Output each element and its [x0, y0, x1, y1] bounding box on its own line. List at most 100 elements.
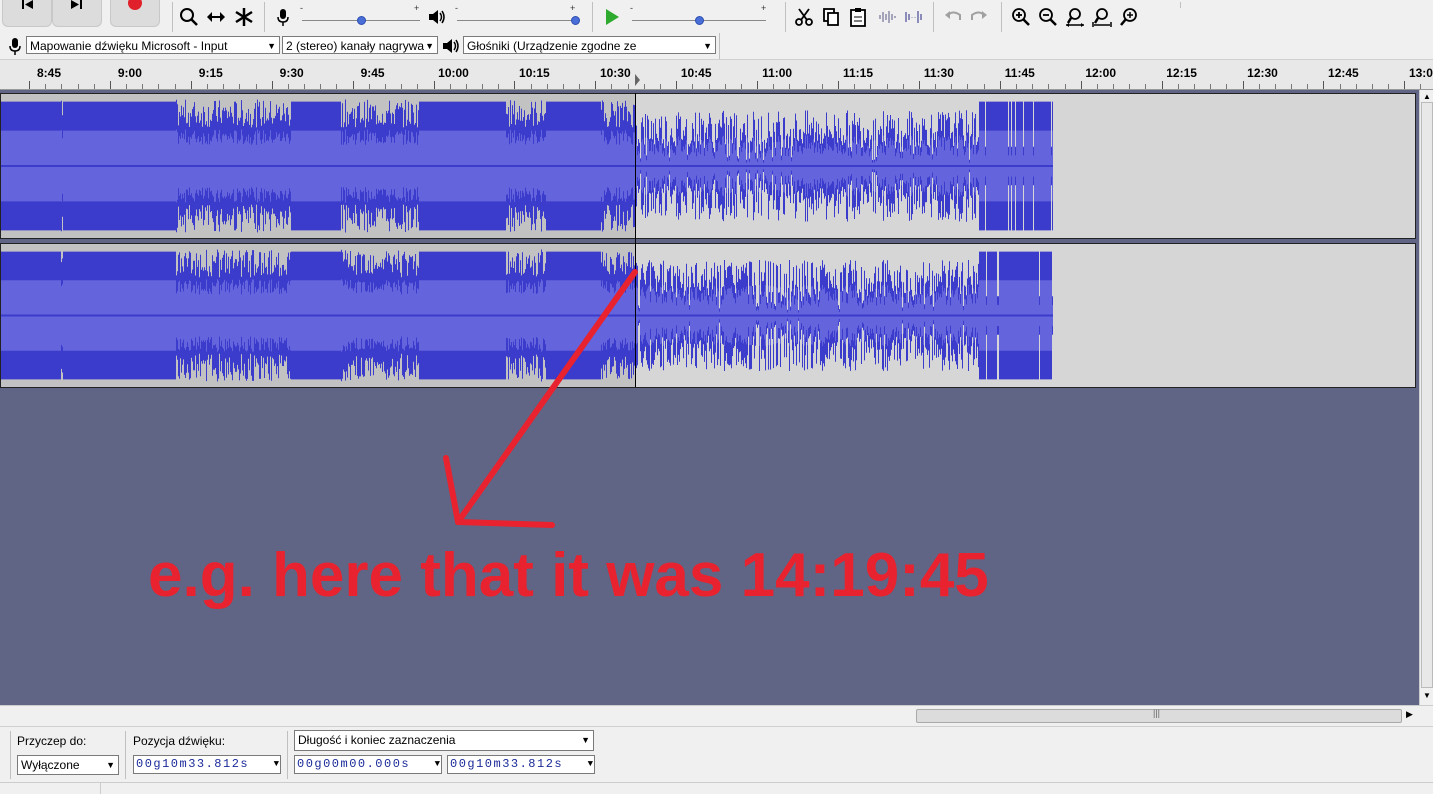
timeline-minor-tick — [724, 84, 726, 89]
timeline-minor-tick — [287, 84, 289, 89]
timeline-tick-label: 12:00 — [1085, 66, 1117, 80]
multi-tool-icon[interactable] — [232, 5, 256, 29]
timeline-minor-tick — [304, 84, 306, 89]
annotation-text: e.g. here that it was 14:19:45 — [148, 541, 989, 610]
timeline-minor-tick — [77, 84, 79, 89]
chevron-down-icon: ▼ — [106, 760, 115, 770]
timeline-minor-tick — [546, 84, 548, 89]
horizontal-scroll-thumb[interactable]: ||| — [916, 708, 1402, 723]
skip-to-end-button[interactable] — [52, 0, 102, 27]
playback-volume-knob[interactable] — [571, 16, 580, 25]
channels-select[interactable]: 2 (stereo) kanały nagrywa ▼ — [282, 36, 438, 54]
timeline-minor-tick — [579, 84, 581, 89]
redo-icon[interactable] — [967, 5, 991, 29]
play-speed-knob[interactable] — [695, 16, 704, 25]
timeline-tick — [999, 81, 1001, 89]
record-button[interactable] — [110, 0, 160, 27]
timeline-minor-tick — [611, 84, 613, 89]
timeline-minor-tick — [174, 84, 176, 89]
selection-length-field[interactable]: 00g00m00.000s ▼ — [294, 755, 442, 774]
cut-icon[interactable] — [792, 5, 816, 29]
selection-mode-select[interactable]: Długość i koniec zaznaczenia ▼ — [294, 730, 594, 751]
microphone-icon — [271, 5, 295, 29]
vertical-scrollbar[interactable]: ▲ ▼ — [1419, 90, 1433, 705]
snap-to-select[interactable]: Wyłączone ▼ — [17, 755, 119, 775]
recording-volume-max: + — [414, 3, 420, 13]
play-position-marker[interactable] — [635, 74, 640, 86]
timeline-tick — [757, 81, 759, 89]
audio-position-field[interactable]: 00g10m33.812s ▼ — [133, 755, 281, 774]
timeline-minor-tick — [1048, 84, 1050, 89]
timeline-minor-tick — [951, 84, 953, 89]
timeline-minor-tick — [1291, 84, 1293, 89]
output-device-select[interactable]: Głośniki (Urządzenie zgodne ze ▼ — [463, 36, 716, 54]
audio-position-value: 00g10m33.812s — [136, 757, 250, 771]
timeline-tick — [918, 81, 920, 89]
trim-audio-icon[interactable] — [875, 5, 899, 29]
zoom-toggle-icon[interactable] — [1117, 5, 1141, 29]
timeline-minor-tick — [61, 84, 63, 89]
recording-volume-knob[interactable] — [357, 16, 366, 25]
timeline-minor-tick — [1210, 84, 1212, 89]
silence-audio-icon[interactable] — [901, 5, 925, 29]
timeline-tick-label: 11:45 — [1004, 66, 1035, 80]
output-speaker-icon — [439, 34, 463, 58]
fit-selection-icon[interactable] — [1063, 5, 1087, 29]
timeline-ruler[interactable]: 8:45 9:00 9:15 9:30 9:45 10:00 10:15 10:30 10:45… — [0, 60, 1433, 90]
timeline-minor-tick — [1339, 84, 1341, 89]
selection-mode-value: Długość i koniec zaznaczenia — [298, 733, 456, 747]
timeline-tick — [29, 81, 30, 89]
playback-volume-min: - — [455, 3, 458, 13]
scroll-right-icon[interactable]: ▶ — [1406, 709, 1413, 720]
timeline-tick — [352, 81, 354, 89]
grip-icon: ||| — [1153, 708, 1161, 718]
timeline-minor-tick — [789, 84, 791, 89]
timeline-minor-tick — [983, 84, 985, 89]
chevron-down-icon: ▼ — [267, 41, 276, 51]
timeline-minor-tick — [417, 84, 419, 89]
timeshift-tool-icon[interactable] — [204, 5, 228, 29]
zoom-tool-icon[interactable] — [177, 5, 201, 29]
playback-volume-slider[interactable] — [457, 20, 575, 21]
horizontal-scrollbar[interactable]: ||| ▶ — [0, 705, 1433, 726]
timeline-minor-tick — [1274, 84, 1276, 89]
timeline-minor-tick — [530, 84, 532, 89]
zoom-in-icon[interactable] — [1009, 5, 1033, 29]
skip-to-start-button[interactable] — [2, 0, 52, 27]
audio-position-label: Pozycja dźwięku: — [133, 734, 226, 748]
audio-track-right-channel[interactable] — [0, 243, 1416, 388]
timeline-minor-tick — [449, 84, 451, 89]
copy-icon[interactable] — [819, 5, 843, 29]
timeline-minor-tick — [1015, 84, 1017, 89]
timeline-minor-tick — [1258, 84, 1260, 89]
input-microphone-icon — [3, 34, 27, 58]
play-at-speed-icon[interactable] — [600, 5, 624, 29]
timeline-minor-tick — [902, 84, 904, 89]
timeline-tick — [1404, 81, 1406, 89]
timeline-minor-tick — [967, 84, 969, 89]
timeline-minor-tick — [465, 84, 467, 89]
vertical-scroll-thumb[interactable] — [1421, 102, 1433, 688]
recording-volume-min: - — [300, 3, 303, 13]
selection-end-field[interactable]: 00g10m33.812s ▼ — [447, 755, 595, 774]
scroll-up-icon[interactable]: ▲ — [1423, 92, 1431, 101]
chevron-down-icon: ▼ — [581, 735, 590, 745]
waveform-left — [1, 99, 1053, 233]
track-area[interactable] — [0, 90, 1419, 705]
undo-icon[interactable] — [941, 5, 965, 29]
audio-track-left-channel[interactable] — [0, 93, 1416, 239]
zoom-out-icon[interactable] — [1036, 5, 1060, 29]
timeline-minor-tick — [805, 84, 807, 89]
paste-icon[interactable] — [846, 5, 870, 29]
timeline-tick — [433, 81, 435, 89]
playback-volume-max: + — [570, 3, 576, 13]
timeline-tick-label: 9:15 — [198, 66, 223, 80]
fit-project-icon[interactable] — [1090, 5, 1114, 29]
timeline-tick-label: 11:15 — [842, 66, 874, 80]
chevron-down-icon: ▼ — [703, 41, 712, 51]
timeline-tick-label: 10:15 — [519, 66, 550, 80]
timeline-minor-tick — [692, 84, 694, 89]
timeline-tick-label: 10:30 — [599, 66, 631, 80]
input-device-select[interactable]: Mapowanie dźwięku Microsoft - Input ▼ — [26, 36, 280, 54]
scroll-down-icon[interactable]: ▼ — [1423, 691, 1431, 700]
